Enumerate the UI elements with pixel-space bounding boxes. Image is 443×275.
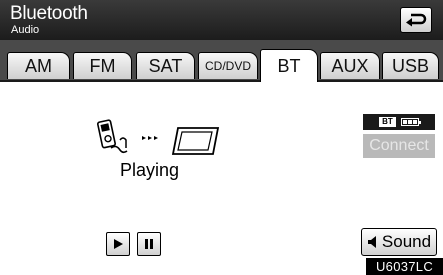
tab-aux[interactable]: AUX <box>320 52 380 79</box>
screen-subtitle: Audio <box>11 24 40 36</box>
pause-icon <box>145 239 153 249</box>
pause-button[interactable] <box>137 232 161 256</box>
tab-label: FM <box>89 55 116 76</box>
phone-to-device-illustration <box>97 119 220 155</box>
tab-label: AM <box>25 55 52 76</box>
tab-label: SAT <box>148 55 183 76</box>
screen-title: Bluetooth <box>10 3 88 24</box>
sound-label: Sound <box>381 232 432 251</box>
bt-audio-panel: BT Connect Playing Sound <box>0 82 443 258</box>
tab-bt[interactable]: BT <box>260 49 318 82</box>
signal-arrow-icon <box>142 136 158 140</box>
tab-label: BT <box>277 55 301 76</box>
tab-label: CD/DVD <box>204 59 251 73</box>
tab-cd-dvd[interactable]: CD/DVD <box>198 52 258 79</box>
sound-button[interactable]: Sound <box>361 228 437 256</box>
back-button[interactable] <box>400 7 432 33</box>
bt-badge: BT <box>379 117 396 127</box>
playback-status: Playing <box>120 160 180 180</box>
play-icon <box>114 239 123 249</box>
speaker-icon <box>367 236 376 248</box>
music-player-icon <box>97 119 128 154</box>
tab-am[interactable]: AM <box>7 52 70 79</box>
connect-button[interactable]: Connect <box>363 134 435 158</box>
tab-usb[interactable]: USB <box>382 52 439 79</box>
figure-code-label: U6037LC <box>366 258 443 275</box>
header-bar: Bluetooth Audio <box>0 0 443 41</box>
tab-fm[interactable]: FM <box>73 52 132 79</box>
play-button[interactable] <box>106 232 130 256</box>
head-unit-icon <box>171 127 220 155</box>
source-tab-bar: AM FM SAT CD/DVD BT AUX USB <box>0 40 443 82</box>
tab-label: USB <box>391 55 429 76</box>
tab-sat[interactable]: SAT <box>136 52 195 79</box>
return-arrow-icon <box>406 13 427 27</box>
battery-icon <box>400 118 421 126</box>
tab-label: AUX <box>331 55 369 76</box>
bt-status-indicator: BT <box>363 114 435 130</box>
